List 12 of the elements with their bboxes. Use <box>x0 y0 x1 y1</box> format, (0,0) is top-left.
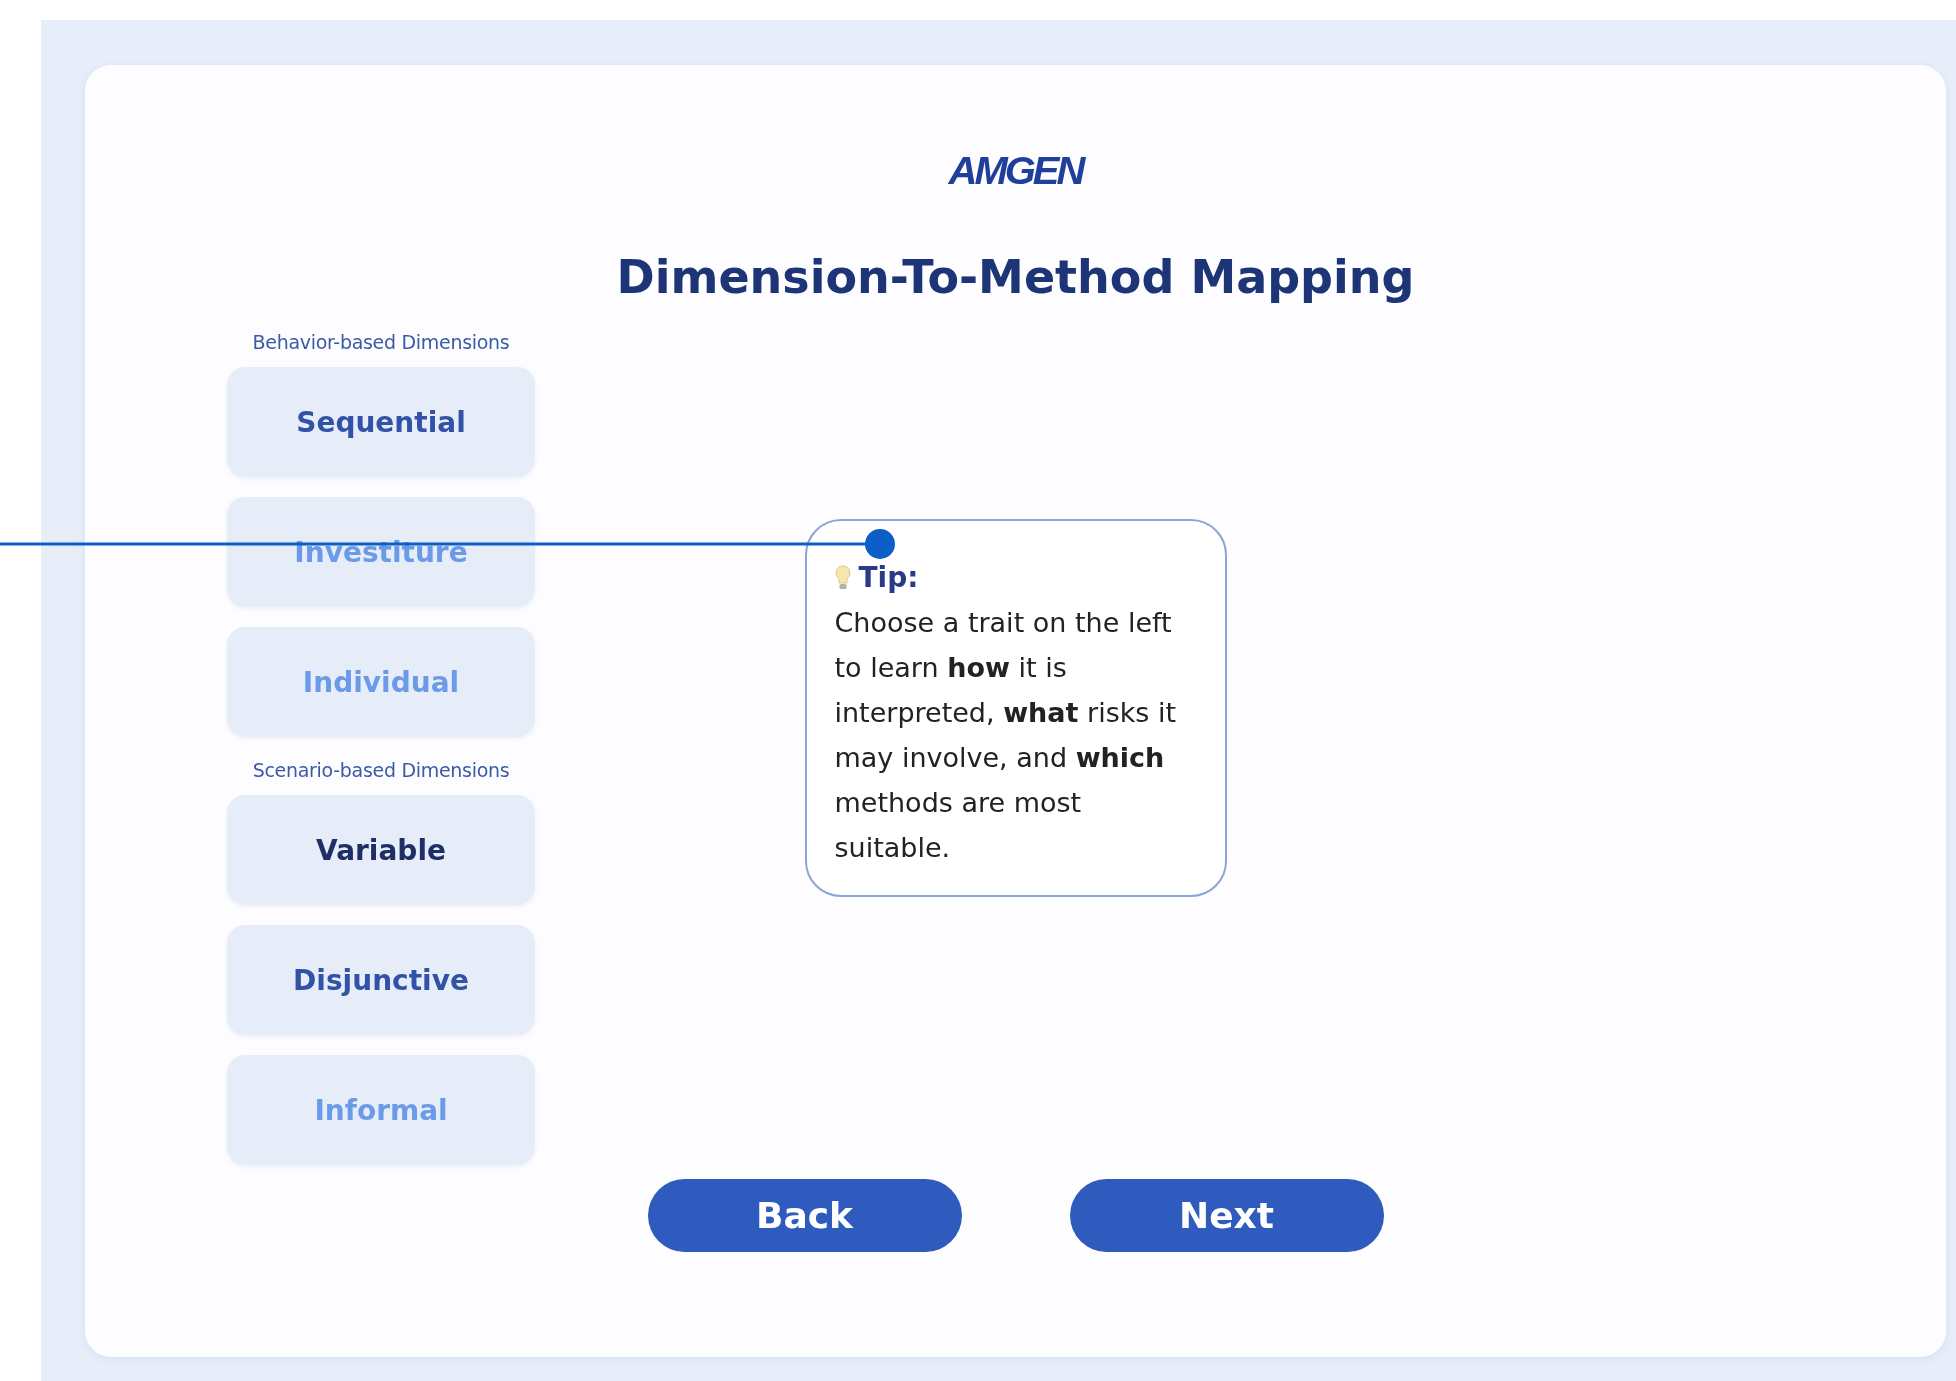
page-title: Dimension-To-Method Mapping <box>616 249 1415 306</box>
tip-label: Tip: <box>858 561 919 594</box>
back-button[interactable]: Back <box>647 1179 962 1252</box>
group-label: Behavior-based Dimensions <box>251 331 511 353</box>
tip-text: Choose a trait on the left to learn how it is interpreted, what risks it may involve, and which methods are most suitable. <box>834 606 1178 865</box>
dimension-button[interactable]: Disjunctive <box>227 925 535 1035</box>
group-label: Scenario-based Dimensions <box>251 759 511 781</box>
dimension-button[interactable]: Variable <box>227 795 535 905</box>
lightbulb-icon <box>834 564 851 591</box>
logo: AMGEN <box>948 150 1083 192</box>
dimension-button[interactable]: Sequential <box>227 367 535 477</box>
next-button[interactable]: Next <box>1069 1179 1384 1252</box>
